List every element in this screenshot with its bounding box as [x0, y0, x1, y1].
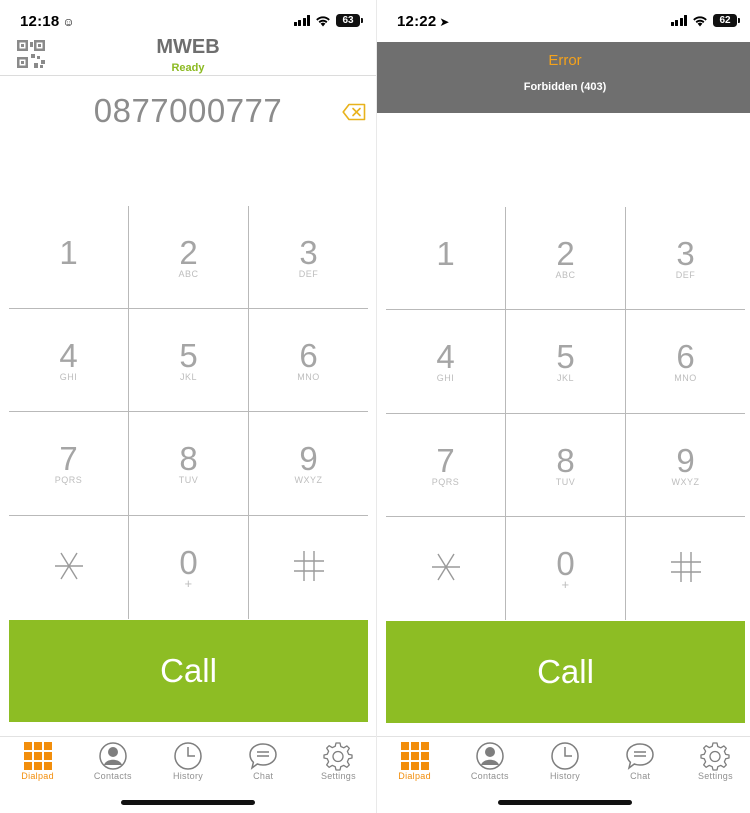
tab-label: Settings: [320, 771, 356, 781]
tab-contacts[interactable]: Contacts: [75, 737, 150, 786]
key-5[interactable]: 5 JKL: [506, 310, 625, 413]
dialpad-icon: [400, 742, 429, 770]
app-header: MWEB Ready: [0, 30, 376, 76]
status-time: 12:22 ➤: [397, 13, 450, 30]
backspace-icon[interactable]: [342, 103, 366, 121]
key-3[interactable]: 3 DEF: [249, 206, 368, 309]
key-4[interactable]: 4 GHI: [9, 309, 128, 412]
key-1[interactable]: 1: [386, 207, 505, 310]
asterisk-icon: [432, 553, 460, 581]
tab-label: History: [172, 771, 204, 781]
tab-history[interactable]: History: [150, 737, 225, 786]
key-0[interactable]: 0 +: [129, 516, 248, 619]
focus-mode-icon: ☺: [62, 15, 75, 29]
contacts-icon: [476, 742, 504, 770]
tab-history[interactable]: History: [527, 737, 602, 786]
tab-label: Contacts: [470, 771, 509, 781]
hash-icon: [294, 551, 324, 581]
key-1[interactable]: 1: [9, 206, 128, 309]
wifi-icon: [316, 15, 330, 26]
dialpad-grid: 1 2 ABC 3 DEF 4 GHI 5 JKL 6 MNO 7 PQRS 8 TUV 9W…: [386, 207, 745, 620]
cellular-signal-icon: [293, 15, 310, 26]
account-name: MWEB: [156, 36, 220, 58]
key-star[interactable]: [386, 517, 505, 620]
key-8[interactable]: 8 TUV: [506, 414, 625, 517]
key-6[interactable]: 6 MNO: [626, 310, 745, 413]
battery-icon: 63: [336, 14, 363, 27]
tab-contacts[interactable]: Contacts: [452, 737, 527, 786]
call-button[interactable]: Call: [386, 621, 745, 723]
key-hash[interactable]: [249, 516, 368, 619]
settings-icon: [700, 742, 731, 771]
error-banner[interactable]: Error Forbidden (403): [377, 42, 750, 113]
hash-icon: [671, 552, 701, 582]
tab-settings[interactable]: Settings: [678, 737, 750, 786]
tab-settings[interactable]: Settings: [301, 737, 376, 786]
settings-icon: [323, 742, 354, 771]
key-6[interactable]: 6 MNO: [249, 309, 368, 412]
key-5[interactable]: 5 JKL: [129, 309, 248, 412]
wifi-icon: [693, 15, 707, 26]
battery-icon: 62: [713, 14, 740, 27]
error-title: Error: [548, 52, 582, 69]
tab-dialpad[interactable]: Dialpad: [0, 737, 75, 786]
tab-chat[interactable]: Chat: [603, 737, 678, 786]
registration-status: Ready: [171, 62, 205, 74]
call-button[interactable]: Call: [9, 620, 368, 722]
key-3[interactable]: 3 DEF: [626, 207, 745, 310]
history-icon: [174, 742, 202, 770]
tab-label: History: [549, 771, 581, 781]
cellular-signal-icon: [670, 15, 687, 26]
phone-screen-left: 12:18 ☺ 63 MWEB Ready 0877000777 1 2 ABC 3…: [0, 0, 376, 813]
key-star[interactable]: [9, 516, 128, 619]
key-4[interactable]: 4 GHI: [386, 310, 505, 413]
status-time: 12:18 ☺: [20, 13, 75, 30]
key-2[interactable]: 2 ABC: [506, 207, 625, 310]
tab-label: Chat: [253, 771, 274, 781]
status-bar: 12:22 ➤ 62: [377, 0, 750, 42]
home-indicator[interactable]: [498, 800, 632, 805]
dialpad-grid: 1 2 ABC 3 DEF 4 GHI 5 JKL 6 MNO 7 PQRS 8 TUV 9W…: [9, 206, 368, 619]
chat-icon: [626, 743, 654, 770]
history-icon: [551, 742, 579, 770]
chat-icon: [249, 743, 277, 770]
tab-chat[interactable]: Chat: [226, 737, 301, 786]
key-7[interactable]: 7 PQRS: [9, 412, 128, 515]
key-9[interactable]: 9 WXYZ: [626, 414, 745, 517]
error-message: Forbidden (403): [523, 81, 607, 93]
tab-bar: Dialpad Contacts History Chat Settings: [0, 736, 376, 786]
location-arrow-icon: ➤: [439, 15, 450, 29]
dialpad-icon: [23, 742, 52, 770]
home-indicator[interactable]: [121, 800, 255, 805]
key-8[interactable]: 8 TUV: [129, 412, 248, 515]
phone-screen-right: 12:22 ➤ 62 Error Forbidden (403) 1 2 ABC 3…: [377, 0, 750, 813]
key-hash[interactable]: [626, 517, 745, 620]
tab-label: Contacts: [93, 771, 132, 781]
tab-label: Dialpad: [398, 771, 431, 781]
contacts-icon: [99, 742, 127, 770]
tab-dialpad[interactable]: Dialpad: [377, 737, 452, 786]
tab-label: Dialpad: [21, 771, 54, 781]
key-0[interactable]: 0 +: [506, 517, 625, 620]
tab-label: Chat: [630, 771, 651, 781]
asterisk-icon: [55, 552, 83, 580]
key-7[interactable]: 7 PQRS: [386, 414, 505, 517]
key-2[interactable]: 2 ABC: [129, 206, 248, 309]
tab-bar: Dialpad Contacts History Chat Settings: [377, 736, 750, 786]
key-9[interactable]: 9 WXYZ: [249, 412, 368, 515]
dialed-number[interactable]: 0877000777: [0, 92, 376, 130]
tab-label: Settings: [697, 771, 733, 781]
